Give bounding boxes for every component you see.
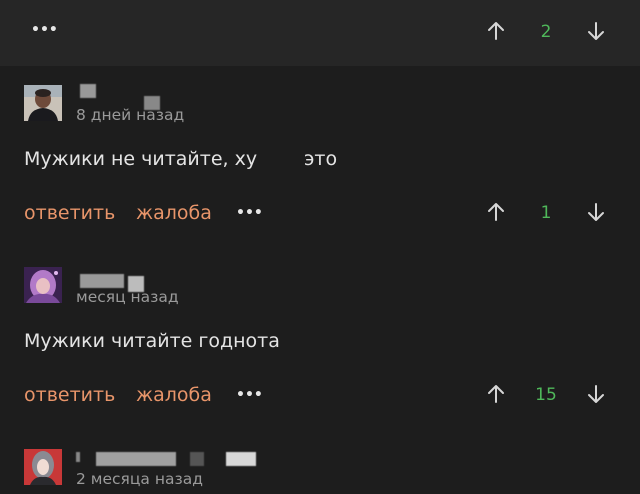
post-score: 2 bbox=[540, 22, 552, 42]
comment-text-continued: это bbox=[304, 148, 338, 170]
more-options-icon[interactable]: ••• bbox=[236, 388, 263, 402]
comment-text: Мужики не читайте, ху bbox=[24, 148, 258, 170]
downvote-icon[interactable] bbox=[586, 202, 606, 222]
author-name-redacted bbox=[76, 452, 80, 462]
author-name-redacted bbox=[80, 274, 124, 288]
author-name-redacted bbox=[190, 452, 204, 466]
more-options-icon[interactable]: ••• bbox=[31, 23, 58, 37]
upvote-icon[interactable] bbox=[486, 384, 506, 404]
author-name-redacted bbox=[96, 452, 176, 466]
report-button[interactable]: жалоба bbox=[136, 383, 212, 407]
comment-timestamp: 2 месяца назад bbox=[76, 470, 203, 488]
avatar[interactable] bbox=[24, 85, 62, 121]
comment-score: 1 bbox=[540, 203, 552, 223]
comment-text: Мужики читайте годнота bbox=[24, 330, 280, 352]
comment-score: 15 bbox=[535, 385, 557, 405]
comment-timestamp: месяц назад bbox=[76, 288, 179, 306]
author-name-redacted bbox=[226, 452, 256, 466]
downvote-icon[interactable] bbox=[586, 21, 606, 41]
top-action-bar: ••• 2 bbox=[0, 0, 640, 66]
reply-button[interactable]: ответить bbox=[24, 383, 115, 407]
upvote-icon[interactable] bbox=[486, 21, 506, 41]
author-name-redacted bbox=[80, 84, 96, 98]
avatar[interactable] bbox=[24, 449, 62, 485]
comment-timestamp: 8 дней назад bbox=[76, 106, 185, 124]
more-options-icon[interactable]: ••• bbox=[236, 206, 263, 220]
reply-button[interactable]: ответить bbox=[24, 201, 115, 225]
downvote-icon[interactable] bbox=[586, 384, 606, 404]
upvote-icon[interactable] bbox=[486, 202, 506, 222]
avatar[interactable] bbox=[24, 267, 62, 303]
report-button[interactable]: жалоба bbox=[136, 201, 212, 225]
